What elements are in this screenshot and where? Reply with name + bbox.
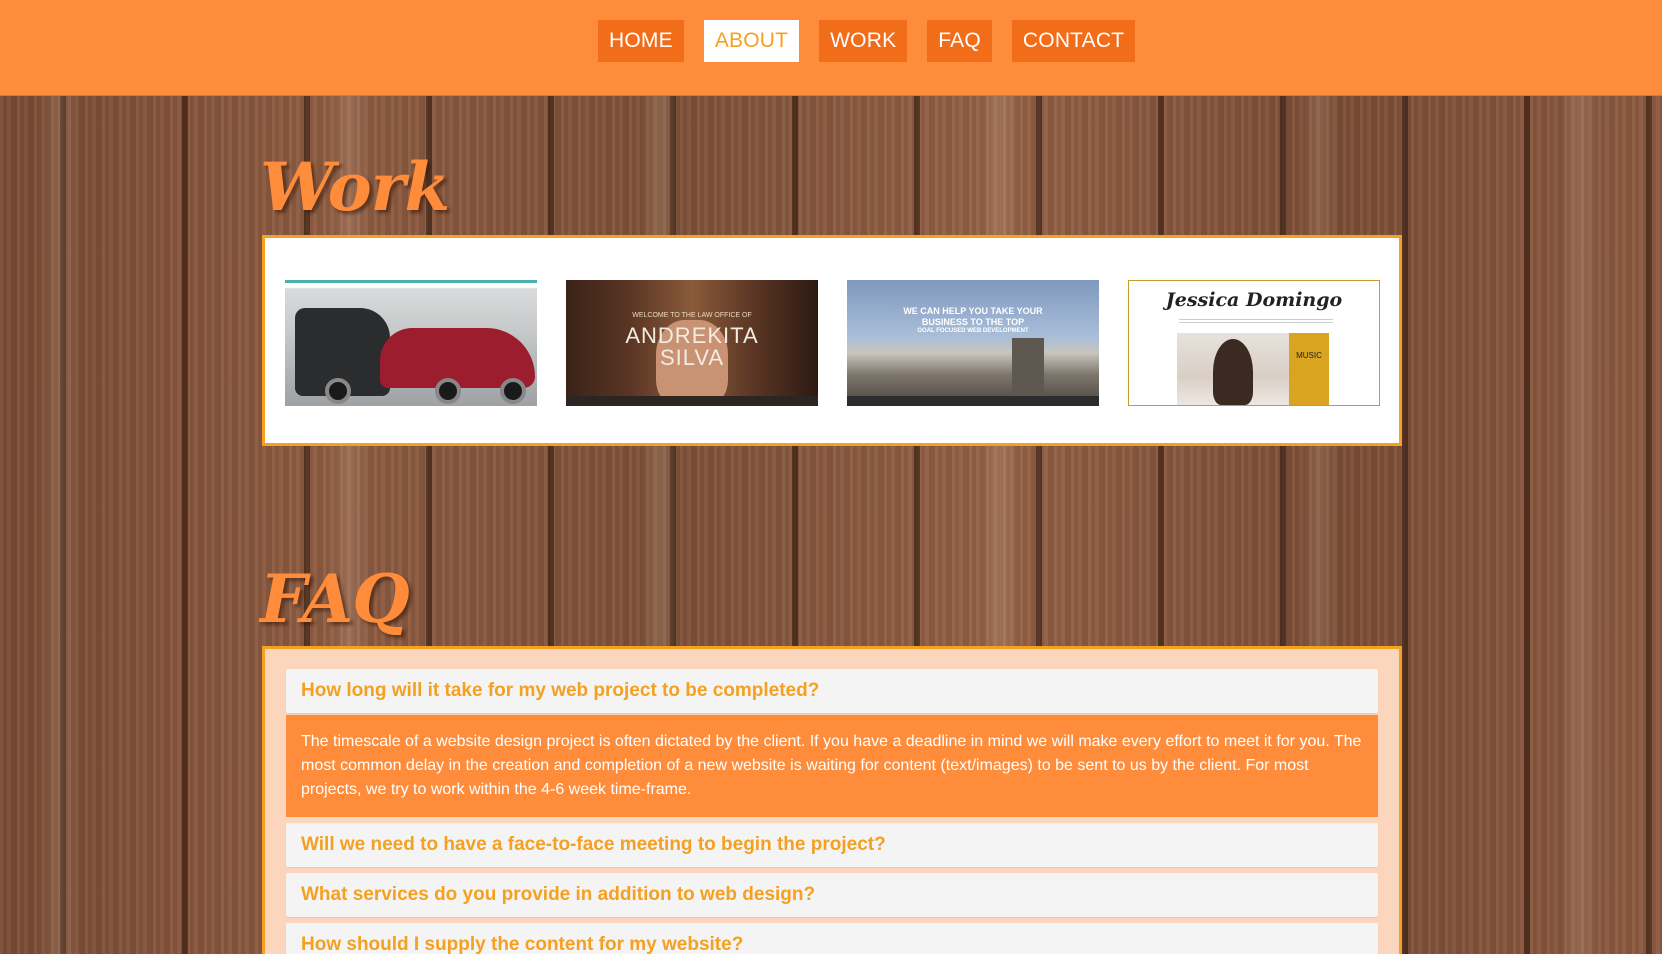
site-subline: GOAL FOCUSED WEB DEVELOPMENT xyxy=(917,328,1029,334)
faq-question-4[interactable]: How should I supply the content for my w… xyxy=(286,923,1378,954)
law-office-name-line1: ANDREKITA xyxy=(625,323,759,348)
site-logo-script: Jessica Domingo xyxy=(1165,289,1343,311)
site-footer-bar xyxy=(566,396,818,406)
wheel-icon xyxy=(500,378,526,404)
faq-question-1[interactable]: How long will it take for my web project… xyxy=(286,669,1378,713)
nav-faq[interactable]: FAQ xyxy=(927,20,992,62)
portfolio-thumb-tow-truck[interactable] xyxy=(285,280,537,406)
guitarist-image xyxy=(1213,339,1253,405)
faq-question-3[interactable]: What services do you provide in addition… xyxy=(286,873,1378,917)
faq-answer-1: The timescale of a website design projec… xyxy=(286,715,1378,817)
music-sidebar xyxy=(1289,333,1329,405)
law-office-tagline: WELCOME TO THE LAW OFFICE OF xyxy=(632,312,752,319)
faq-question-2[interactable]: Will we need to have a face-to-face meet… xyxy=(286,823,1378,867)
faq-panel: How long will it take for my web project… xyxy=(262,646,1402,954)
portfolio-thumb-law-office[interactable]: WELCOME TO THE LAW OFFICE OF ANDREKITA S… xyxy=(566,280,818,406)
work-heading: Work xyxy=(260,148,450,226)
law-office-name-line2: SILVA xyxy=(659,345,725,370)
portfolio-thumb-jessica-domingo[interactable]: Jessica Domingo MUSIC xyxy=(1128,280,1380,406)
music-label: MUSIC xyxy=(1296,351,1322,360)
nav-work[interactable]: WORK xyxy=(819,20,908,62)
nav-home[interactable]: HOME xyxy=(598,20,684,62)
site-headline: WE CAN HELP YOU TAKE YOUR BUSINESS TO TH… xyxy=(903,306,1043,327)
main-nav: HOME ABOUT WORK FAQ CONTACT xyxy=(598,20,1136,62)
site-menu-bar xyxy=(1179,319,1333,323)
site-footer-bar xyxy=(847,396,1099,406)
top-header: HOME ABOUT WORK FAQ CONTACT xyxy=(0,0,1662,96)
work-panel: WELCOME TO THE LAW OFFICE OF ANDREKITA S… xyxy=(262,235,1402,446)
nav-about[interactable]: ABOUT xyxy=(703,20,800,62)
site-header-bar xyxy=(285,280,537,283)
wheel-icon xyxy=(325,378,351,404)
nav-contact[interactable]: CONTACT xyxy=(1011,20,1136,62)
faq-heading: FAQ xyxy=(260,560,410,638)
wheel-icon xyxy=(435,378,461,404)
portfolio-thumb-underground-fx[interactable]: WE CAN HELP YOU TAKE YOUR BUSINESS TO TH… xyxy=(847,280,1099,406)
